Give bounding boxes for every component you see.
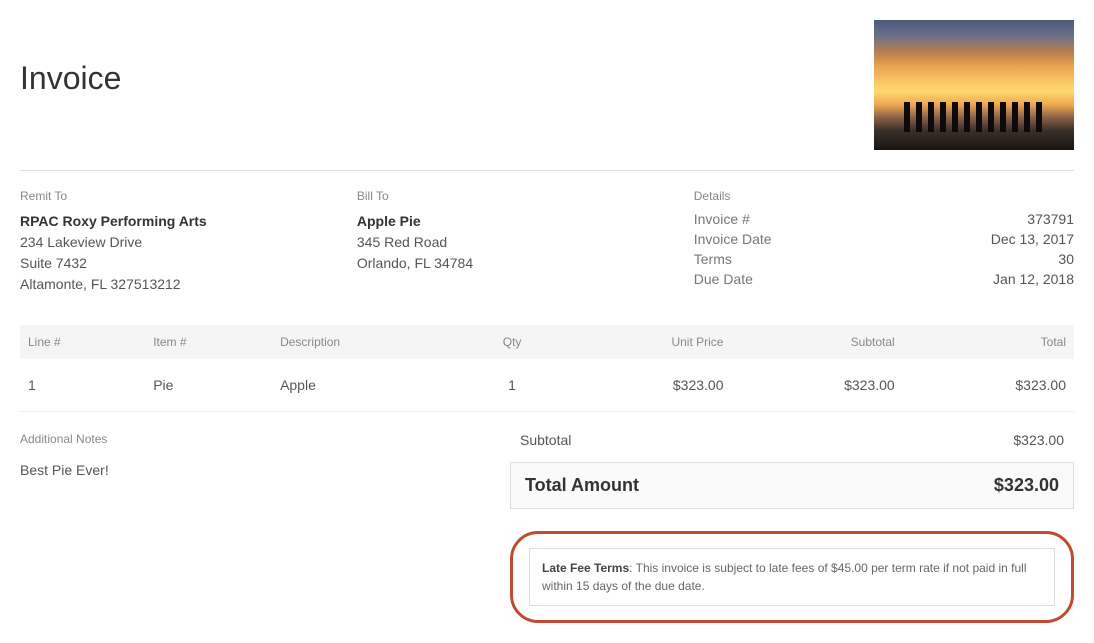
bill-to-block: Bill To Apple Pie 345 Red Road Orlando, … — [357, 189, 674, 295]
remit-name: RPAC Roxy Performing Arts — [20, 211, 337, 232]
remit-line1: 234 Lakeview Drive — [20, 232, 337, 253]
subtotal-value: $323.00 — [1013, 432, 1064, 448]
due-date-label: Due Date — [694, 271, 772, 287]
bill-name: Apple Pie — [357, 211, 674, 232]
col-subtotal: Subtotal — [731, 325, 902, 359]
invoice-date-value: Dec 13, 2017 — [802, 231, 1074, 247]
invoice-num-value: 373791 — [802, 211, 1074, 227]
late-fee-terms: Late Fee Terms: This invoice is subject … — [529, 548, 1055, 606]
details-block: Details Invoice # 373791 Invoice Date De… — [694, 189, 1074, 295]
notes-body: Best Pie Ever! — [20, 462, 480, 478]
subtotal-label: Subtotal — [520, 432, 571, 448]
terms-value: 30 — [802, 251, 1074, 267]
header-row: Invoice — [20, 20, 1074, 150]
totals-block: Subtotal $323.00 Total Amount $323.00 La… — [510, 432, 1074, 623]
line-items-table: Line # Item # Description Qty Unit Price… — [20, 325, 1074, 412]
col-unit: Unit Price — [557, 325, 732, 359]
col-desc: Description — [272, 325, 467, 359]
brand-image — [874, 20, 1074, 150]
col-item: Item # — [145, 325, 272, 359]
terms-label: Terms — [694, 251, 772, 267]
remit-line3: Altamonte, FL 327513212 — [20, 274, 337, 295]
cell-item: Pie — [145, 359, 272, 412]
page-title: Invoice — [20, 60, 121, 97]
info-row: Remit To RPAC Roxy Performing Arts 234 L… — [20, 189, 1074, 295]
cell-subtotal: $323.00 — [731, 359, 902, 412]
remit-line2: Suite 7432 — [20, 253, 337, 274]
due-date-value: Jan 12, 2018 — [802, 271, 1074, 287]
total-value: $323.00 — [994, 475, 1059, 496]
remit-to-label: Remit To — [20, 189, 337, 203]
col-line: Line # — [20, 325, 145, 359]
invoice-num-label: Invoice # — [694, 211, 772, 227]
details-label: Details — [694, 189, 1074, 203]
cell-qty: 1 — [468, 359, 557, 412]
cell-unit: $323.00 — [557, 359, 732, 412]
invoice-date-label: Invoice Date — [694, 231, 772, 247]
late-fee-highlight: Late Fee Terms: This invoice is subject … — [510, 531, 1074, 623]
notes-block: Additional Notes Best Pie Ever! — [20, 432, 480, 623]
cell-total: $323.00 — [903, 359, 1074, 412]
bottom-row: Additional Notes Best Pie Ever! Subtotal… — [20, 432, 1074, 623]
late-fee-label: Late Fee Terms — [542, 561, 629, 575]
col-total: Total — [903, 325, 1074, 359]
total-label: Total Amount — [525, 475, 639, 496]
cell-desc: Apple — [272, 359, 467, 412]
notes-label: Additional Notes — [20, 432, 480, 446]
col-qty: Qty — [468, 325, 557, 359]
bill-to-label: Bill To — [357, 189, 674, 203]
bill-line2: Orlando, FL 34784 — [357, 253, 674, 274]
cell-line: 1 — [20, 359, 145, 412]
divider — [20, 170, 1074, 171]
remit-to-block: Remit To RPAC Roxy Performing Arts 234 L… — [20, 189, 337, 295]
bill-line1: 345 Red Road — [357, 232, 674, 253]
table-row: 1 Pie Apple 1 $323.00 $323.00 $323.00 — [20, 359, 1074, 412]
